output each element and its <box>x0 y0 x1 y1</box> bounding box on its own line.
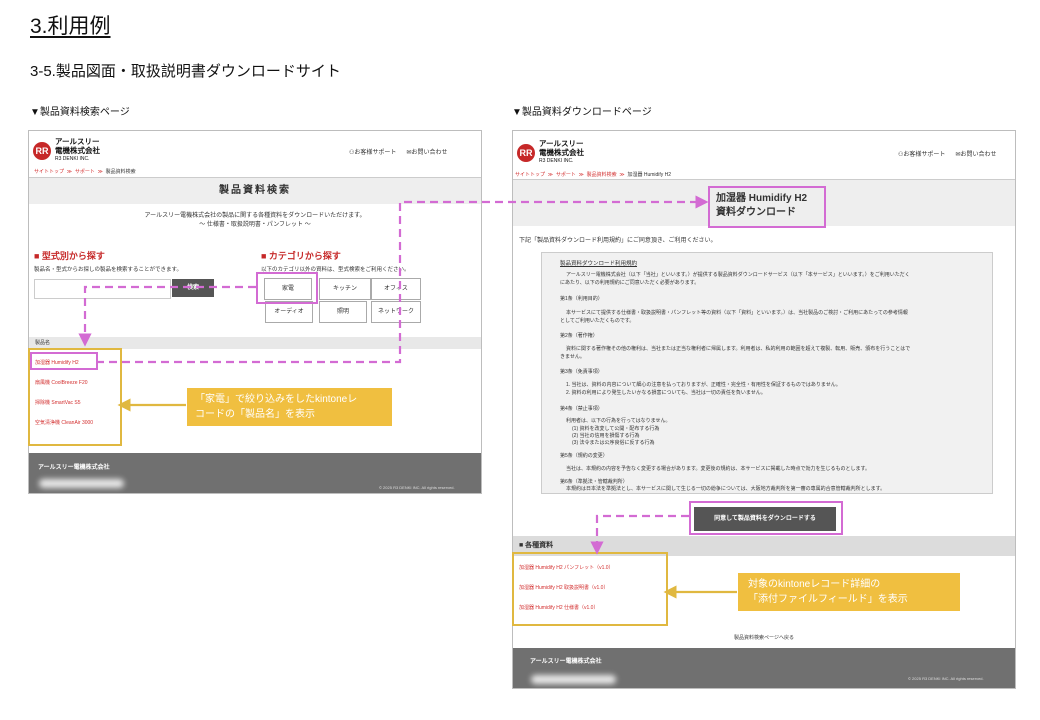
contact-link-2[interactable]: ✉お問い合わせ <box>955 149 996 158</box>
company-logo-2[interactable]: RR アールスリー 電機株式会社 R3 DENKI INC. <box>517 139 584 166</box>
terms-line: 第6条（準拠法・管轄裁判所） <box>560 479 628 485</box>
note-right-line1: 対象のkintoneレコード詳細の <box>748 579 881 590</box>
support-link-2[interactable]: ⚇お客様サポート <box>898 149 945 158</box>
terms-line: としてご利用いただくものです。 <box>560 318 635 324</box>
category-search-title: ■ カテゴリから探す <box>261 251 341 261</box>
note-left: 「家電」で絞り込みをしたkintoneレ コードの「製品名」を表示 <box>187 388 392 426</box>
category-office-button[interactable]: オフィス <box>371 278 421 300</box>
search-button[interactable]: 検索 <box>172 279 214 297</box>
note-left-line2: コードの「製品名」を表示 <box>195 409 315 420</box>
logo-mark-icon-2: RR <box>517 143 535 162</box>
crumb-current-2: 加湿器 Humidify H2 <box>627 172 672 178</box>
terms-line: アールスリー電機株式会社（以下「当社」といいます。）が提供する製品資料ダウンロー… <box>566 272 910 278</box>
category-audio-button[interactable]: オーディオ <box>265 301 313 323</box>
terms-title: 製品資料ダウンロード利用規約 <box>560 261 638 267</box>
highlight-download-button <box>689 501 843 535</box>
logo-name-1: アールスリー <box>55 137 100 146</box>
terms-line: 本サービスにて提供する仕様書・取扱説明書・パンフレット等の資料（以下「資料」とい… <box>566 310 908 316</box>
terms-line: 第4条（禁止事項） <box>560 406 603 412</box>
right-caption: ▼製品資料ダウンロードページ <box>512 107 652 118</box>
terms-line: 当社は、本規約の内容を予告なく変更する場合があります。変更後の規約は、本サービス… <box>566 466 871 472</box>
breadcrumb-2: サイトトップ ≫ サポート ≫ 製品資料検索 ≫ 加湿器 Humidify H2 <box>515 172 672 178</box>
terms-line: (1) 資料を改変して公開・配布する行為 <box>572 426 660 432</box>
page-title: 製品資料検索 <box>29 178 481 204</box>
terms-line: 本規約は日本法を準拠法とし、本サービスに関して生じる一切の紛争については、大阪地… <box>566 486 886 492</box>
logo-mark-icon: RR <box>33 141 51 160</box>
sub-heading: 3-5.製品図面・取扱説明書ダウンロードサイト <box>30 63 341 80</box>
back-link[interactable]: 製品資料検索ページへ戻る <box>513 634 1015 641</box>
company-logo[interactable]: RR アールスリー 電機株式会社 R3 DENKI INC. <box>33 137 100 164</box>
intro-text-1: アールスリー電機株式会社の製品に関する各種資料をダウンロードいただけます。 <box>144 213 366 219</box>
terms-line: 第2条（著作権） <box>560 333 598 339</box>
crumb-support-2[interactable]: サポート <box>556 172 576 178</box>
terms-line: (3) 法令または公序良俗に反する行為 <box>572 440 655 446</box>
footer-company-name: アールスリー電機株式会社 <box>38 465 110 471</box>
crumb-search-2[interactable]: 製品資料検索 <box>587 172 617 178</box>
logo-name-2b: 電機株式会社 <box>539 148 584 157</box>
crumb-top[interactable]: サイトトップ <box>34 169 64 175</box>
terms-line: 1. 当社は、資料の内容について細心の注意を払っておりますが、正確性・完全性・有… <box>566 382 841 388</box>
intro-text-2: 〜 仕様書・取扱説明書・パンフレット 〜 <box>199 222 311 228</box>
crumb-top-2[interactable]: サイトトップ <box>515 172 545 178</box>
note-left-line1: 「家電」で絞り込みをしたkintoneレ <box>195 394 358 405</box>
terms-line: 2. 資料の利用により発生したいかなる損害についても、当社は一切の責任を負いませ… <box>566 390 766 396</box>
note-right-line2: 「添付ファイルフィールド」を表示 <box>748 594 908 605</box>
highlight-humidify-product <box>30 352 98 370</box>
logo-name-1b: アールスリー <box>539 139 584 148</box>
terms-line: 第1条（利用目的） <box>560 296 603 302</box>
model-search-input[interactable] <box>34 279 171 299</box>
crumb-support[interactable]: サポート <box>75 169 95 175</box>
breadcrumb: サイトトップ ≫ サポート ≫ 製品資料検索 <box>34 169 136 175</box>
model-search-title: ■ 型式別から探す <box>34 251 105 261</box>
category-network-button[interactable]: ネットワーク <box>371 301 421 323</box>
terms-line: 第5条（規約の変更） <box>560 453 608 459</box>
category-kitchen-button[interactable]: キッチン <box>319 278 371 300</box>
support-link[interactable]: ⚇お客様サポート <box>349 147 396 156</box>
highlight-download-title <box>708 186 826 228</box>
logo-name-en: R3 DENKI INC. <box>55 156 90 162</box>
terms-line: (2) 当社の信用を損傷する行為 <box>572 433 640 439</box>
terms-line: にあたり、以下の利用規約にご同意いただく必要があります。 <box>560 280 700 286</box>
terms-line: 資料に関する著作権その他の権利は、当社または正当な権利者に帰属します。利用者は、… <box>566 346 911 352</box>
contact-link[interactable]: ✉お問い合わせ <box>406 147 447 156</box>
highlight-kaden-category <box>256 272 318 304</box>
footer-copyright-2: © 2025 R3 DENKI INC. All rights reserved… <box>908 676 984 681</box>
terms-box[interactable]: 製品資料ダウンロード利用規約 アールスリー電機株式会社（以下「当社」といいます。… <box>541 252 993 494</box>
crumb-current: 製品資料検索 <box>105 169 136 175</box>
category-lighting-button[interactable]: 照明 <box>319 301 367 323</box>
terms-line: 利用者は、以下の行為を行ってはなりません。 <box>566 418 671 424</box>
logo-name-enb: R3 DENKI INC. <box>539 158 574 164</box>
left-caption: ▼製品資料検索ページ <box>30 107 130 118</box>
footer-company-name-2: アールスリー電機株式会社 <box>530 659 602 665</box>
note-right: 対象のkintoneレコード詳細の 「添付ファイルフィールド」を表示 <box>738 573 960 611</box>
agree-lead-text: 下記「製品資料ダウンロード利用規約」にご同意頂き、ご利用ください。 <box>519 238 717 244</box>
search-page-footer: アールスリー電機株式会社 © 2025 R3 DENKI INC. All ri… <box>29 453 481 493</box>
download-page-footer: アールスリー電機株式会社 © 2025 R3 DENKI INC. All ri… <box>513 648 1015 688</box>
highlight-docs-list <box>512 552 668 626</box>
terms-line: 第3条（免責事項） <box>560 369 603 375</box>
model-search-text: 製品名・型式からお探しの製品を検索することができます。 <box>34 267 182 273</box>
logo-name-2: 電機株式会社 <box>55 146 100 155</box>
footer-copyright: © 2025 R3 DENKI INC. All rights reserved… <box>379 485 455 490</box>
section-heading: 3.利用例 <box>30 15 111 38</box>
terms-line: きません。 <box>560 354 585 360</box>
